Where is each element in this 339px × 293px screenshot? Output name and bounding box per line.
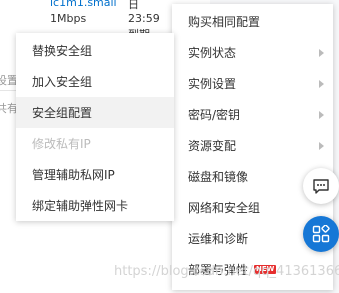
bandwidth-value: 1Mbps (50, 12, 87, 25)
menu-item-deploy-elastic[interactable]: 部署与弹性 NEW (172, 254, 333, 285)
submenu-item-label: 修改私有IP (32, 137, 91, 151)
chevron-right-icon (319, 48, 324, 57)
submenu-modify-private-ip: 修改私有IP (16, 128, 174, 159)
chevron-right-icon (319, 141, 324, 150)
apps-icon (312, 225, 330, 243)
day-text: 日 (128, 0, 139, 11)
instance-spec-link[interactable]: ic1m1.small (50, 0, 117, 9)
menu-item-label: 实例设置 (188, 77, 237, 91)
chat-button[interactable] (303, 168, 339, 204)
submenu-item-label: 绑定辅助弹性网卡 (32, 199, 129, 213)
submenu-security-group-config[interactable]: 安全组配置 (16, 97, 174, 128)
chevron-right-icon (319, 79, 324, 88)
chevron-right-icon (319, 110, 324, 119)
apps-button[interactable] (303, 216, 339, 252)
submenu-item-label: 安全组配置 (32, 106, 93, 120)
menu-item-instance-status[interactable]: 实例状态 (172, 37, 333, 68)
new-badge: NEW (254, 265, 277, 274)
submenu-item-label: 管理辅助私网IP (32, 168, 115, 182)
menu-item-instance-settings[interactable]: 实例设置 (172, 68, 333, 99)
menu-item-label: 购买相同配置 (188, 15, 261, 29)
menu-item-label: 运维和诊断 (188, 232, 249, 246)
menu-item-buy-same[interactable]: 购买相同配置 (172, 6, 333, 37)
submenu-replace-security-group[interactable]: 替换安全组 (16, 35, 174, 66)
menu-item-label: 部署与弹性 (188, 263, 249, 277)
submenu-item-label: 替换安全组 (32, 44, 93, 58)
security-submenu: 替换安全组 加入安全组 安全组配置 修改私有IP 管理辅助私网IP 绑定辅助弹性… (16, 33, 174, 221)
submenu-manage-secondary-ip[interactable]: 管理辅助私网IP (16, 159, 174, 190)
menu-item-password-key[interactable]: 密码/密钥 (172, 99, 333, 130)
menu-item-label: 网络和安全组 (188, 201, 261, 215)
menu-item-label: 密码/密钥 (188, 108, 241, 122)
menu-item-label: 资源变配 (188, 139, 237, 153)
submenu-item-label: 加入安全组 (32, 75, 93, 89)
chat-icon (313, 178, 329, 194)
expire-time: 23:59 (128, 12, 160, 25)
submenu-join-security-group[interactable]: 加入安全组 (16, 66, 174, 97)
menu-item-label: 磁盘和镜像 (188, 170, 249, 184)
menu-item-label: 实例状态 (188, 46, 237, 60)
submenu-bind-secondary-eni[interactable]: 绑定辅助弹性网卡 (16, 190, 174, 221)
menu-item-resource-change[interactable]: 资源变配 (172, 130, 333, 161)
